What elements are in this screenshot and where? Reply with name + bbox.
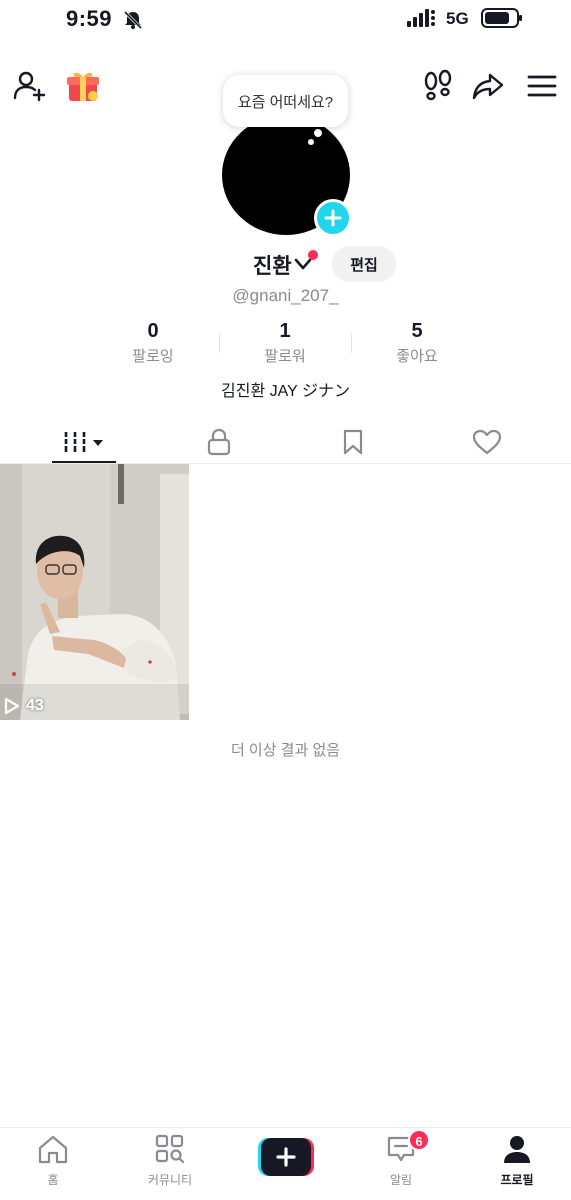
stat-value: 5: [411, 320, 423, 342]
nav-label: 커뮤니티: [147, 1173, 193, 1187]
stat-followers[interactable]: 1 팔로워: [220, 320, 350, 366]
nav-label: 홈: [47, 1173, 59, 1187]
stat-value: 1: [279, 320, 291, 342]
heart-icon: [472, 429, 502, 455]
share-icon[interactable]: [470, 68, 506, 104]
view-count-text: 43: [26, 697, 44, 714]
nav-label: 프로필: [500, 1173, 534, 1187]
bubble-tail-dot: [314, 129, 322, 137]
tab-private[interactable]: [152, 420, 286, 464]
bell-mute-icon: [123, 10, 143, 30]
battery-icon: [481, 8, 522, 28]
nav-inbox[interactable]: 알림: [356, 1134, 446, 1188]
profile-icon: [504, 1136, 530, 1163]
bookmark-icon: [343, 429, 363, 455]
home-icon: [38, 1135, 68, 1164]
footprint-icon[interactable]: [420, 68, 456, 104]
display-name[interactable]: 진환: [253, 250, 292, 280]
gift-icon[interactable]: [65, 68, 101, 104]
bio: 김진환 JAY ジナン: [221, 383, 350, 400]
tab-videos[interactable]: [18, 420, 152, 464]
nav-profile[interactable]: 프로필: [472, 1134, 562, 1188]
video-thumbnail[interactable]: [0, 464, 189, 720]
username: @gnani_207_: [232, 286, 339, 305]
edit-profile-button[interactable]: 편집: [332, 246, 396, 282]
notification-dot: [308, 250, 318, 260]
signal-icon: [407, 9, 435, 27]
tab-saved[interactable]: [286, 420, 420, 464]
end-of-results-text: 더 이상 결과 없음: [230, 742, 341, 759]
avatar-add-icon[interactable]: [314, 199, 352, 237]
stat-likes[interactable]: 5 좋아요: [352, 320, 482, 366]
play-icon: [4, 697, 20, 715]
stat-label: 팔로워: [264, 348, 306, 365]
tab-liked[interactable]: [420, 420, 554, 464]
network-label: 5G: [446, 9, 469, 28]
add-friend-icon[interactable]: [12, 68, 48, 104]
nav-home[interactable]: 홈: [8, 1134, 98, 1188]
create-button[interactable]: [258, 1138, 314, 1176]
inbox-badge: 6: [408, 1129, 430, 1151]
stat-value: 0: [147, 320, 159, 342]
stat-label: 좋아요: [396, 348, 438, 365]
menu-icon[interactable]: [524, 68, 560, 104]
stat-label: 팔로잉: [132, 348, 174, 365]
community-icon: [155, 1134, 185, 1164]
nav-label: 알림: [389, 1173, 413, 1187]
plus-icon: [324, 209, 342, 227]
status-time: 9:59: [66, 6, 113, 31]
stat-following[interactable]: 0 팔로잉: [88, 320, 218, 366]
grid-icon: [63, 432, 103, 452]
video-thumbnail-image: [0, 464, 189, 720]
status-note-bubble[interactable]: 요즘 어떠세요?: [223, 75, 348, 127]
bubble-tail-dot: [308, 139, 314, 145]
video-view-count: 43: [4, 697, 44, 715]
nav-community[interactable]: 커뮤니티: [125, 1134, 215, 1188]
lock-icon: [207, 428, 231, 456]
